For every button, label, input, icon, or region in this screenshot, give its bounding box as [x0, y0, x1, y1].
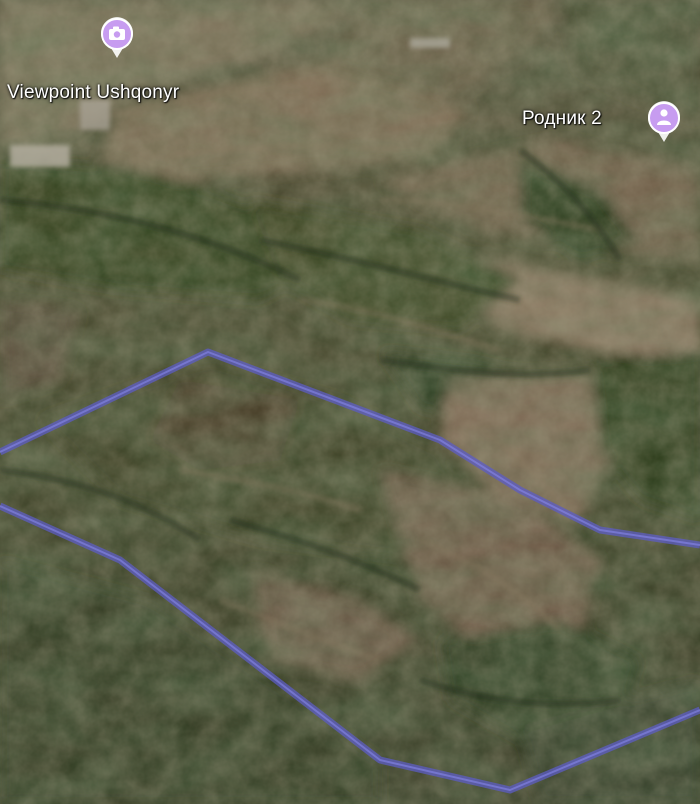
- poi-pin-marker[interactable]: [97, 12, 137, 60]
- poi-label: Viewpoint Ushqonyr: [7, 82, 180, 103]
- poi-label: Родник 2: [522, 108, 602, 129]
- poi-pin-marker[interactable]: [644, 96, 684, 144]
- map-view[interactable]: Viewpoint Ushqonyr Родник 2: [0, 0, 700, 804]
